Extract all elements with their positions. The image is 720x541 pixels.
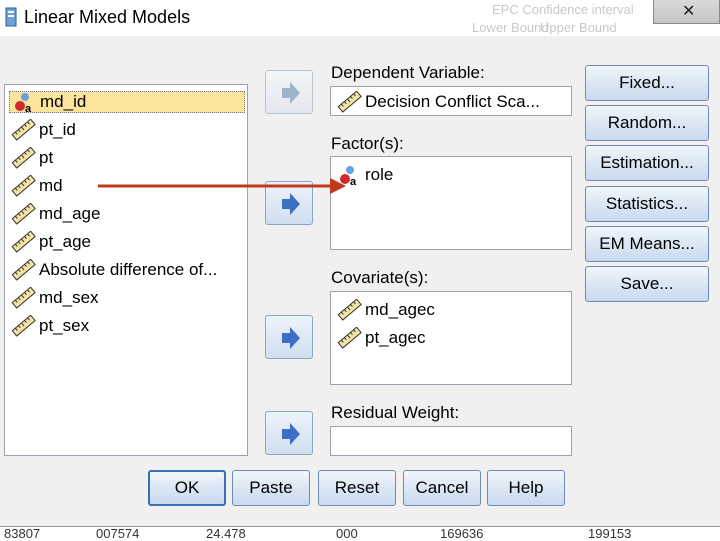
em-means-button[interactable]: EM Means... [585, 226, 709, 262]
nominal-icon: a [335, 164, 365, 188]
scale-ruler-icon [9, 286, 39, 309]
dependent-variable-label: Dependent Variable: [331, 63, 485, 82]
paste-button[interactable]: Paste [232, 470, 310, 506]
background-cell: 169636 [440, 526, 484, 541]
svg-text:a: a [25, 103, 32, 113]
random-button[interactable]: Random... [585, 105, 709, 141]
scale-ruler-icon [9, 314, 39, 337]
ok-button[interactable]: OK [148, 470, 226, 506]
list-item[interactable]: a role [335, 164, 394, 188]
factor-item-label: role [365, 165, 394, 184]
variable-item-label: md_id [40, 92, 87, 111]
fixed-button[interactable]: Fixed... [585, 65, 709, 101]
nominal-icon: a [10, 91, 40, 115]
variable-item-label: Absolute difference of... [39, 260, 218, 279]
scale-ruler-icon [335, 326, 365, 349]
covariates-label: Covariate(s): [331, 268, 429, 287]
arrow-right-icon [282, 193, 300, 215]
background-header: EPC Confidence interval [492, 2, 634, 17]
covariate-item-label: pt_agec [365, 328, 426, 347]
arrow-right-icon [282, 327, 300, 349]
scale-ruler-icon [9, 230, 39, 253]
window-title: Linear Mixed Models [24, 7, 191, 27]
dependent-variable-field[interactable]: Decision Conflict Sca... [330, 86, 572, 116]
move-to-covariates-button[interactable] [265, 315, 313, 359]
background-cell: 24.478 [206, 526, 246, 541]
residual-weight-label: Residual Weight: [331, 403, 460, 422]
arrow-right-icon [282, 423, 300, 445]
list-item[interactable]: md_agec [335, 298, 435, 321]
app-icon [5, 7, 17, 27]
residual-weight-field[interactable] [330, 426, 572, 456]
background-cell: 83807 [4, 526, 41, 541]
background-cell: 000 [336, 526, 358, 541]
reset-button[interactable]: Reset [318, 470, 396, 506]
variable-item[interactable]: pt [9, 146, 54, 169]
dependent-variable-value: Decision Conflict Sca... [365, 92, 540, 111]
background-data-row: 83807 007574 24.478 000 169636 199153 [0, 526, 720, 541]
title-bar: Linear Mixed Models EPC Confidence inter… [0, 0, 720, 36]
background-cell: 199153 [588, 526, 632, 541]
help-button[interactable]: Help [487, 470, 565, 506]
variable-item[interactable]: a md_id [9, 91, 245, 115]
covariates-list[interactable]: md_agec pt_agec [330, 291, 572, 385]
save-button[interactable]: Save... [585, 266, 709, 302]
variable-item-label: md_age [39, 204, 101, 223]
background-header: Upper Bound [540, 20, 617, 35]
scale-ruler-icon [9, 146, 39, 169]
variable-item[interactable]: md_sex [9, 286, 99, 309]
scale-ruler-icon [335, 298, 365, 321]
scale-ruler-icon [9, 258, 39, 281]
list-item[interactable]: pt_agec [335, 326, 426, 349]
variable-item-label: md [39, 176, 63, 195]
close-button[interactable]: ✕ [653, 0, 720, 24]
estimation-button[interactable]: Estimation... [585, 145, 709, 181]
arrow-right-icon [282, 82, 300, 104]
covariate-item-label: md_agec [365, 300, 435, 319]
cancel-button[interactable]: Cancel [403, 470, 481, 506]
variable-item[interactable]: Absolute difference of... [9, 258, 218, 281]
factors-label: Factor(s): [331, 134, 404, 153]
move-to-residual-weight-button[interactable] [265, 411, 313, 455]
variable-item[interactable]: pt_id [9, 118, 76, 141]
background-header: Lower Bound [472, 20, 549, 35]
linear-mixed-models-dialog: Linear Mixed Models EPC Confidence inter… [0, 0, 720, 541]
scale-ruler-icon [9, 174, 39, 197]
variable-item-label: pt_id [39, 120, 76, 139]
move-to-dependent-button[interactable] [265, 70, 313, 114]
scale-ruler-icon [9, 118, 39, 141]
scale-ruler-icon [9, 202, 39, 225]
statistics-button[interactable]: Statistics... [585, 186, 709, 222]
background-cell: 007574 [96, 526, 140, 541]
scale-ruler-icon [335, 90, 365, 113]
svg-text:a: a [350, 176, 357, 186]
factors-list[interactable]: a role [330, 156, 572, 250]
variable-item[interactable]: md [9, 174, 63, 197]
variable-item-label: pt_age [39, 232, 91, 251]
variable-item[interactable]: pt_sex [9, 314, 90, 337]
variable-item-label: pt [39, 148, 54, 167]
variable-item-label: pt_sex [39, 316, 90, 335]
close-icon: ✕ [682, 3, 696, 20]
variable-list[interactable]: a md_id pt_idpt md md_age pt_age Absolute diff… [4, 84, 248, 456]
move-to-factors-button[interactable] [265, 181, 313, 225]
variable-item[interactable]: pt_age [9, 230, 91, 253]
variable-item-label: md_sex [39, 288, 99, 307]
variable-item[interactable]: md_age [9, 202, 101, 225]
